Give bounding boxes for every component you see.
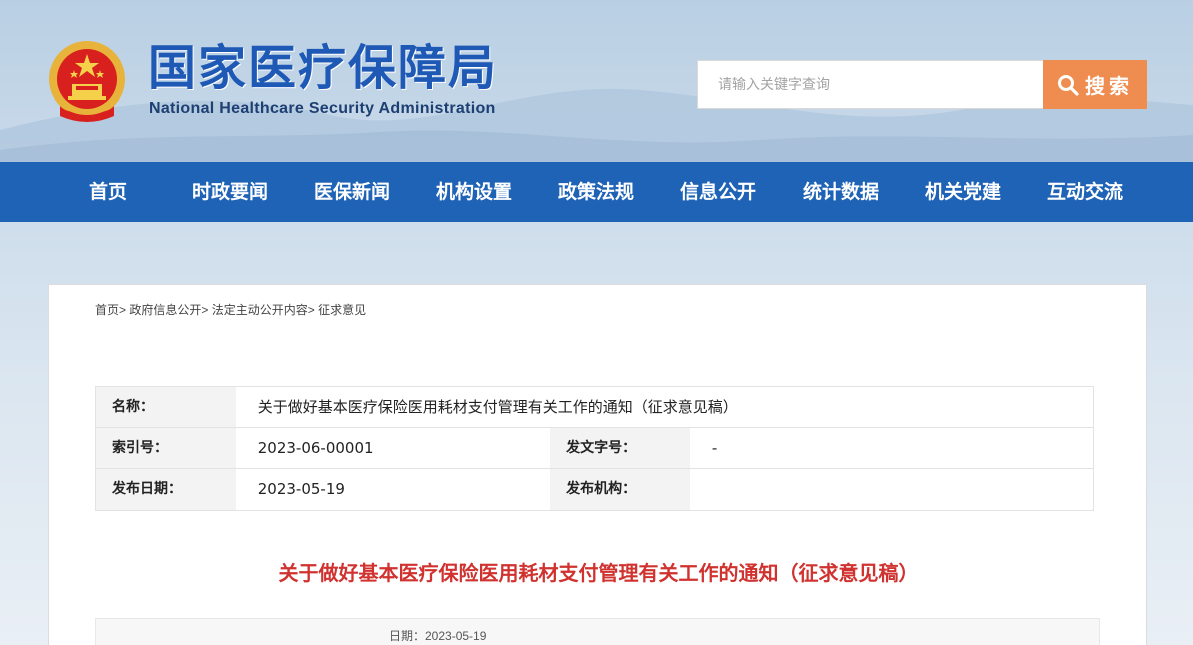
nav-item-statistics[interactable]: 统计数据 bbox=[803, 162, 879, 222]
document-info-table: 名称： 关于做好基本医疗保险医用耗材支付管理有关工作的通知（征求意见稿） 索引号… bbox=[95, 386, 1094, 511]
site-title: 国家医疗保障局 bbox=[148, 40, 499, 96]
breadcrumb-consultation[interactable]: 征求意见 bbox=[318, 303, 366, 317]
info-row-date: 发布日期： 2023-05-19 发布机构： bbox=[96, 469, 1093, 510]
pub-org-label: 发布机构： bbox=[550, 469, 690, 510]
nav-item-organization[interactable]: 机构设置 bbox=[436, 162, 512, 222]
nav-item-policy[interactable]: 政策法规 bbox=[558, 162, 634, 222]
doc-no-value: - bbox=[711, 439, 718, 457]
nav-item-home[interactable]: 首页 bbox=[89, 162, 127, 222]
info-row-index: 索引号： 2023-06-00001 发文字号： - bbox=[96, 428, 1093, 469]
breadcrumb-gov-info[interactable]: 政府信息公开 bbox=[129, 303, 201, 317]
article-title: 关于做好基本医疗保险医用耗材支付管理有关工作的通知（征求意见稿） bbox=[278, 561, 919, 585]
name-label: 名称： bbox=[96, 387, 236, 427]
nav-item-interaction[interactable]: 互动交流 bbox=[1047, 162, 1123, 222]
national-emblem-icon bbox=[49, 41, 125, 122]
search-button-label: 搜索 bbox=[1085, 74, 1133, 98]
breadcrumb-separator: > bbox=[307, 303, 315, 317]
nav-item-party[interactable]: 机关党建 bbox=[925, 162, 1001, 222]
pub-org-value bbox=[690, 469, 1093, 510]
breadcrumb-statutory[interactable]: 法定主动公开内容 bbox=[212, 303, 308, 317]
article-date: 日期：2023-05-19 bbox=[389, 629, 487, 643]
search-icon bbox=[1058, 74, 1079, 96]
info-row-name: 名称： 关于做好基本医疗保险医用耗材支付管理有关工作的通知（征求意见稿） bbox=[96, 387, 1093, 428]
main-nav: 首页 时政要闻 医保新闻 机构设置 政策法规 信息公开 统计数据 机关党建 互动… bbox=[0, 162, 1193, 222]
pub-date-label: 发布日期： bbox=[96, 469, 236, 510]
breadcrumb: 首页> 政府信息公开> 法定主动公开内容> 征求意见 bbox=[95, 301, 366, 318]
index-value: 2023-06-00001 bbox=[257, 439, 374, 457]
nav-item-politics[interactable]: 时政要闻 bbox=[192, 162, 268, 222]
pub-date-value: 2023-05-19 bbox=[257, 480, 345, 498]
site-title-english: National Healthcare Security Administrat… bbox=[149, 100, 496, 117]
breadcrumb-separator: > bbox=[201, 303, 209, 317]
breadcrumb-separator: > bbox=[119, 303, 127, 317]
index-label: 索引号： bbox=[96, 428, 236, 468]
breadcrumb-home[interactable]: 首页 bbox=[95, 303, 119, 317]
nav-item-news[interactable]: 医保新闻 bbox=[314, 162, 390, 222]
site-header: 国家医疗保障局 National Healthcare Security Adm… bbox=[0, 0, 1193, 170]
article-date-bar: 日期：2023-05-19 bbox=[95, 618, 1100, 645]
nav-item-disclosure[interactable]: 信息公开 bbox=[680, 162, 756, 222]
content-panel: 首页> 政府信息公开> 法定主动公开内容> 征求意见 名称： 关于做好基本医疗保… bbox=[48, 284, 1147, 645]
search-button[interactable]: 搜索 bbox=[1043, 60, 1147, 109]
name-value: 关于做好基本医疗保险医用耗材支付管理有关工作的通知（征求意见稿） bbox=[257, 398, 738, 416]
doc-no-label: 发文字号： bbox=[550, 428, 690, 468]
search-input[interactable]: 请输入关键字查询 bbox=[697, 60, 1044, 109]
